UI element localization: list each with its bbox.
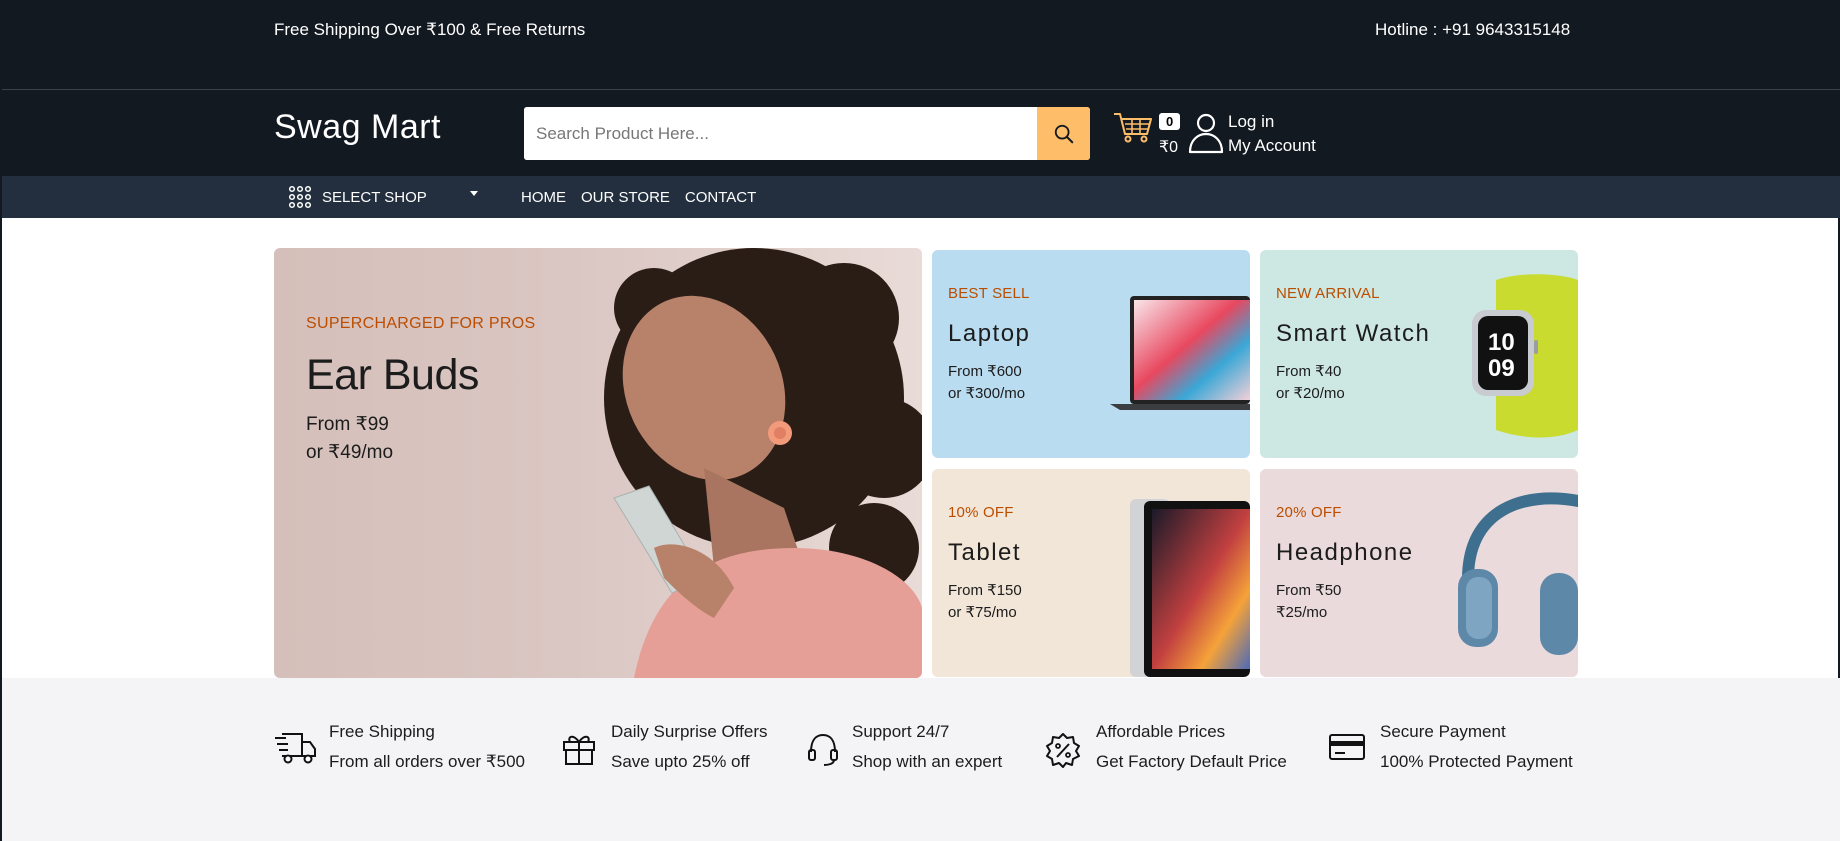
search-button[interactable] (1037, 107, 1090, 160)
banner-tag: NEW ARRIVAL (1276, 285, 1380, 302)
service-title: Affordable Prices (1096, 722, 1226, 741)
top-strip: Free Shipping Over ₹100 & Free Returns H… (2, 0, 1840, 90)
service-title: Daily Surprise Offers (611, 722, 768, 741)
cart-total: ₹0 (1159, 139, 1179, 156)
site-logo[interactable]: Swag Mart (274, 108, 441, 147)
banner-title: Tablet (948, 539, 1022, 566)
nav-link-contact[interactable]: CONTACT (685, 189, 756, 206)
banner-title: Ear Buds (306, 351, 479, 399)
cart-button[interactable]: 0 ₹0 (1112, 104, 1184, 160)
banner-smart-watch[interactable]: 10 09 NEW ARRIVAL Smart Watch From ₹40 o… (1260, 250, 1578, 458)
banner-laptop[interactable]: BEST SELL Laptop From ₹600 or ₹300/mo (932, 250, 1250, 458)
promo-text: Free Shipping Over ₹100 & Free Returns (274, 20, 586, 39)
select-shop-label: SELECT SHOP (322, 188, 427, 206)
nav-link-our-store[interactable]: OUR STORE (581, 189, 670, 206)
login-label[interactable]: Log in (1228, 112, 1274, 132)
banner-title: Smart Watch (1276, 320, 1431, 347)
service-subtitle: Save upto 25% off (611, 752, 750, 771)
banner-monthly-price: or ₹300/mo (948, 385, 1026, 402)
nav-link-home[interactable]: HOME (521, 189, 566, 206)
service-subtitle: 100% Protected Payment (1380, 752, 1573, 771)
hotline-text: Hotline : +91 9643315148 (1375, 20, 1571, 39)
nav-links: HOME OUR STORE CONTACT (521, 176, 771, 218)
truck-icon (275, 733, 316, 764)
service-subtitle: From all orders over ₹500 (329, 752, 525, 771)
main-banner-earbuds[interactable]: SUPERCHARGED FOR PROS Ear Buds From ₹99 … (274, 248, 922, 678)
search-input[interactable] (524, 107, 1038, 160)
banner-tag: 20% OFF (1276, 504, 1342, 521)
chevron-down-icon (470, 191, 478, 196)
discount-icon (1046, 733, 1080, 768)
banner-monthly-price: ₹25/mo (1276, 604, 1328, 621)
banner-title: Headphone (1276, 539, 1414, 566)
service-subtitle: Shop with an expert (852, 752, 1003, 771)
select-shop-dropdown[interactable]: SELECT SHOP (288, 176, 488, 218)
cart-count-badge: 0 (1159, 113, 1181, 130)
svg-text:10: 10 (1488, 329, 1515, 356)
my-account-label[interactable]: My Account (1228, 136, 1316, 156)
search-icon (1054, 124, 1073, 143)
svg-text:09: 09 (1488, 355, 1515, 382)
grid-menu-icon (288, 185, 312, 209)
laptop-image (1110, 296, 1250, 410)
cart-icon (1114, 113, 1152, 143)
service-title: Secure Payment (1380, 722, 1506, 741)
banner-tablet[interactable]: 10% OFF Tablet From ₹150 or ₹75/mo (932, 469, 1250, 677)
banner-title: Laptop (948, 320, 1031, 347)
banner-price: From ₹50 (1276, 582, 1342, 599)
banner-tag: SUPERCHARGED FOR PROS (306, 315, 536, 332)
service-subtitle: Get Factory Default Price (1096, 752, 1287, 771)
account-link[interactable]: Log in My Account (1188, 110, 1338, 160)
service-title: Support 24/7 (852, 722, 950, 741)
banner-headphone[interactable]: 20% OFF Headphone From ₹50 ₹25/mo (1260, 469, 1578, 677)
service-title: Free Shipping (329, 722, 435, 741)
woman-with-earbuds-image (604, 248, 922, 678)
banner-tag: 10% OFF (948, 504, 1014, 521)
smart-watch-image: 10 09 (1472, 274, 1578, 438)
banner-price: From ₹99 (306, 414, 389, 435)
banner-price: From ₹40 (1276, 363, 1342, 380)
search-bar (524, 107, 1090, 160)
credit-card-icon (1329, 734, 1365, 760)
gift-icon (563, 735, 595, 765)
main-header: Swag Mart 0 ₹0 Log in My Account (2, 90, 1840, 176)
banner-monthly-price: or ₹20/mo (1276, 385, 1345, 402)
nav-bar: SELECT SHOP HOME OUR STORE CONTACT (2, 176, 1840, 218)
banner-price: From ₹150 (948, 582, 1022, 599)
user-icon (1188, 113, 1224, 154)
services-section: Free Shipping From all orders over ₹500 … (2, 678, 1840, 841)
headset-icon (808, 733, 838, 766)
tablet-image (1130, 499, 1250, 677)
headphone-image (1458, 492, 1578, 655)
banner-monthly-price: or ₹75/mo (948, 604, 1017, 621)
banner-monthly-price: or ₹49/mo (306, 442, 394, 463)
banner-price: From ₹600 (948, 363, 1022, 380)
banner-tag: BEST SELL (948, 285, 1030, 302)
